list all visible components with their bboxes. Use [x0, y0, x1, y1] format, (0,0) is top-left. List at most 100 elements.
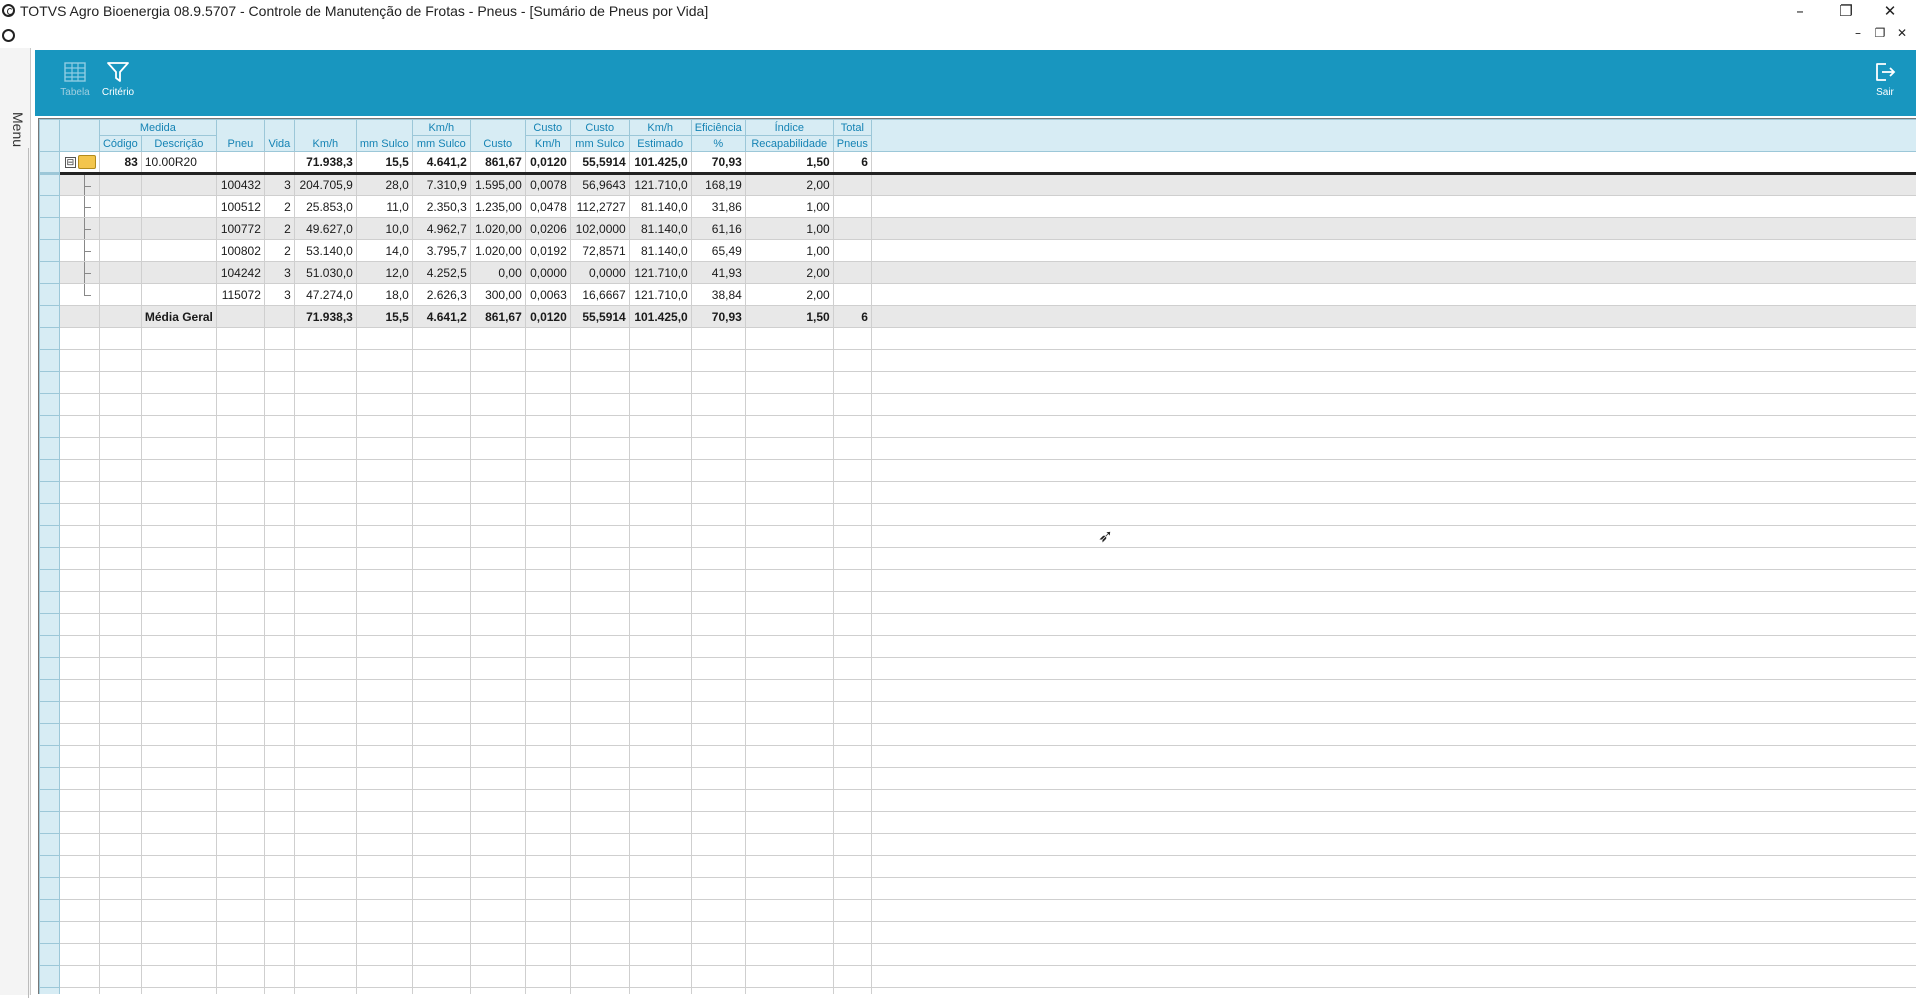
cell-efic[interactable]: 38,84	[691, 284, 745, 306]
row-indicator[interactable]	[40, 900, 60, 922]
empty-row[interactable]	[40, 988, 1916, 995]
cell-custo[interactable]: 1.235,00	[470, 196, 525, 218]
empty-cell[interactable]	[629, 812, 691, 834]
row-indicator[interactable]	[40, 570, 60, 592]
empty-cell[interactable]	[691, 856, 745, 878]
empty-cell[interactable]	[470, 614, 525, 636]
empty-cell[interactable]	[871, 614, 1916, 636]
empty-cell[interactable]	[745, 702, 833, 724]
empty-cell[interactable]	[525, 746, 570, 768]
empty-cell[interactable]	[470, 416, 525, 438]
cell-custo-km[interactable]: 0,0063	[525, 284, 570, 306]
empty-cell[interactable]	[525, 482, 570, 504]
header-total-top[interactable]: Total	[833, 120, 871, 136]
empty-cell[interactable]	[525, 988, 570, 995]
cell-descricao[interactable]	[141, 240, 216, 262]
header-custo-mm-top[interactable]: Custo	[570, 120, 629, 136]
empty-cell[interactable]	[470, 570, 525, 592]
empty-cell[interactable]	[525, 460, 570, 482]
empty-cell[interactable]	[99, 856, 141, 878]
cell-custo-mm[interactable]: 55,5914	[570, 152, 629, 174]
cell-kmh-mm[interactable]: 7.310,9	[412, 174, 470, 196]
empty-cell[interactable]	[525, 658, 570, 680]
empty-cell[interactable]	[294, 680, 356, 702]
empty-cell[interactable]	[99, 746, 141, 768]
empty-cell[interactable]	[264, 394, 294, 416]
empty-cell[interactable]	[99, 658, 141, 680]
avg-kmh-est[interactable]: 101.425,0	[629, 306, 691, 328]
cell-codigo[interactable]	[99, 306, 141, 328]
header-custo-km-bottom[interactable]: Km/h	[525, 136, 570, 152]
row-indicator[interactable]	[40, 174, 60, 196]
empty-cell[interactable]	[294, 504, 356, 526]
empty-cell[interactable]	[141, 702, 216, 724]
empty-cell[interactable]	[99, 416, 141, 438]
empty-cell[interactable]	[356, 394, 412, 416]
empty-cell[interactable]	[629, 680, 691, 702]
empty-cell[interactable]	[570, 658, 629, 680]
empty-cell[interactable]	[59, 658, 99, 680]
avg-total[interactable]: 6	[833, 306, 871, 328]
empty-cell[interactable]	[141, 592, 216, 614]
empty-cell[interactable]	[745, 988, 833, 995]
row-indicator[interactable]	[40, 262, 60, 284]
empty-cell[interactable]	[570, 504, 629, 526]
cell-kmh-mm[interactable]: 4.641,2	[412, 152, 470, 174]
empty-cell[interactable]	[871, 548, 1916, 570]
cell-custo-mm[interactable]: 102,0000	[570, 218, 629, 240]
empty-cell[interactable]	[833, 438, 871, 460]
cell-mm-sulco[interactable]: 12,0	[356, 262, 412, 284]
avg-efic[interactable]: 70,93	[691, 306, 745, 328]
empty-cell[interactable]	[99, 372, 141, 394]
cell-pneu[interactable]	[216, 152, 264, 174]
empty-cell[interactable]	[216, 680, 264, 702]
empty-row[interactable]	[40, 482, 1916, 504]
empty-cell[interactable]	[745, 966, 833, 988]
row-indicator[interactable]	[40, 416, 60, 438]
empty-cell[interactable]	[745, 636, 833, 658]
empty-cell[interactable]	[691, 570, 745, 592]
cell-custo[interactable]: 1.020,00	[470, 240, 525, 262]
empty-cell[interactable]	[833, 746, 871, 768]
empty-cell[interactable]	[745, 328, 833, 350]
empty-cell[interactable]	[629, 394, 691, 416]
cell-custo-km[interactable]: 0,0192	[525, 240, 570, 262]
empty-cell[interactable]	[141, 966, 216, 988]
collapse-toggle-icon[interactable]: ⊟	[65, 157, 76, 168]
empty-cell[interactable]	[470, 768, 525, 790]
empty-row[interactable]	[40, 746, 1916, 768]
cell-custo[interactable]: 861,67	[470, 152, 525, 174]
empty-cell[interactable]	[745, 482, 833, 504]
cell-indice[interactable]: 1,00	[745, 196, 833, 218]
empty-cell[interactable]	[570, 746, 629, 768]
row-indicator[interactable]	[40, 724, 60, 746]
empty-cell[interactable]	[216, 592, 264, 614]
cell-total[interactable]	[833, 218, 871, 240]
empty-cell[interactable]	[99, 834, 141, 856]
empty-cell[interactable]	[216, 988, 264, 995]
empty-cell[interactable]	[99, 878, 141, 900]
empty-cell[interactable]	[833, 482, 871, 504]
empty-cell[interactable]	[525, 812, 570, 834]
empty-cell[interactable]	[833, 724, 871, 746]
empty-cell[interactable]	[470, 922, 525, 944]
empty-cell[interactable]	[412, 790, 470, 812]
cell-vida[interactable]: 2	[264, 218, 294, 240]
row-indicator[interactable]	[40, 218, 60, 240]
empty-cell[interactable]	[99, 702, 141, 724]
header-kmh-mm-top[interactable]: Km/h	[412, 120, 470, 136]
cell-indice[interactable]: 1,50	[745, 152, 833, 174]
empty-row[interactable]	[40, 416, 1916, 438]
row-indicator[interactable]	[40, 614, 60, 636]
empty-cell[interactable]	[216, 812, 264, 834]
empty-cell[interactable]	[216, 702, 264, 724]
empty-cell[interactable]	[570, 680, 629, 702]
empty-cell[interactable]	[525, 790, 570, 812]
empty-cell[interactable]	[629, 592, 691, 614]
empty-cell[interactable]	[412, 922, 470, 944]
empty-cell[interactable]	[470, 548, 525, 570]
empty-row[interactable]	[40, 658, 1916, 680]
empty-cell[interactable]	[59, 966, 99, 988]
cell-descricao[interactable]	[141, 218, 216, 240]
empty-cell[interactable]	[141, 900, 216, 922]
